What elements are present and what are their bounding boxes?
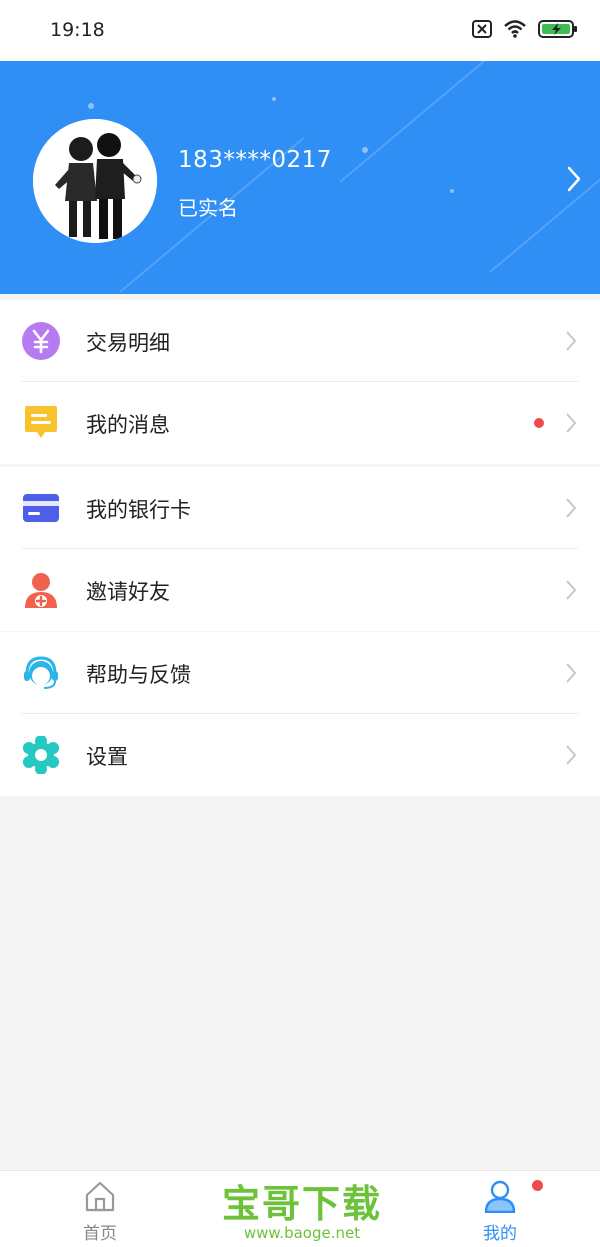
menu-item-invite-friends[interactable]: 邀请好友	[0, 549, 600, 631]
invite-friend-icon	[25, 573, 57, 608]
menu-item-bank-cards[interactable]: 我的银行卡	[0, 467, 600, 549]
menu-item-help-feedback[interactable]: 帮助与反馈	[0, 632, 600, 714]
menu-item-label: 帮助与反馈	[86, 663, 191, 687]
message-icon	[25, 406, 57, 438]
user-icon	[484, 1180, 516, 1213]
tab-notification-badge	[532, 1180, 543, 1191]
menu-item-settings[interactable]: 设置	[0, 714, 600, 796]
profile-header[interactable]: 183****0217 已实名	[0, 61, 600, 294]
user-phone: 183****0217	[178, 147, 332, 173]
watermark: 宝哥下载 www.baoge.net	[222, 1184, 382, 1244]
status-bar: 19:18	[0, 0, 600, 61]
avatar[interactable]	[33, 119, 157, 243]
menu-item-transactions[interactable]: 交易明细	[0, 300, 600, 382]
decor-streak	[339, 61, 494, 183]
menu-item-label: 我的消息	[86, 413, 170, 437]
headset-icon	[24, 656, 58, 689]
verification-status: 已实名	[178, 196, 238, 220]
tab-mine-label: 我的	[483, 1224, 517, 1244]
yen-icon	[22, 322, 60, 360]
decor-dot	[88, 103, 94, 109]
chevron-right-icon	[566, 580, 577, 600]
menu-item-messages[interactable]: 我的消息	[0, 382, 600, 464]
menu-item-label: 交易明细	[86, 331, 170, 355]
decor-dot	[450, 189, 454, 193]
chevron-right-icon	[566, 745, 577, 765]
watermark-title: 宝哥下载	[222, 1182, 383, 1226]
menu-item-label: 邀请好友	[86, 580, 170, 604]
menu-group-1: 交易明细 我的消息	[0, 300, 600, 464]
wifi-icon	[504, 20, 526, 38]
chevron-right-icon[interactable]	[564, 165, 584, 193]
settings-icon	[22, 736, 60, 774]
unread-badge	[534, 418, 544, 428]
status-time: 19:18	[50, 19, 105, 41]
chevron-right-icon	[566, 331, 577, 351]
home-icon	[85, 1181, 115, 1212]
chevron-right-icon	[566, 498, 577, 518]
menu-item-label: 设置	[86, 745, 128, 769]
avatar-illustration	[33, 119, 157, 243]
menu-item-label: 我的银行卡	[86, 498, 191, 522]
sim-disabled-icon	[472, 20, 492, 38]
bank-card-icon	[23, 494, 59, 522]
menu-group-3: 帮助与反馈 设置	[0, 632, 600, 796]
chevron-right-icon	[566, 663, 577, 683]
tab-home[interactable]: 首页	[50, 1171, 150, 1247]
decor-dot	[272, 97, 276, 101]
decor-dot	[362, 147, 368, 153]
menu-group-2: 我的银行卡 邀请好友	[0, 467, 600, 631]
battery-charging-icon	[538, 20, 577, 38]
tab-home-label: 首页	[83, 1224, 117, 1244]
chevron-right-icon	[566, 413, 577, 433]
status-icons	[472, 20, 578, 38]
watermark-url: www.baoge.net	[243, 1224, 361, 1242]
